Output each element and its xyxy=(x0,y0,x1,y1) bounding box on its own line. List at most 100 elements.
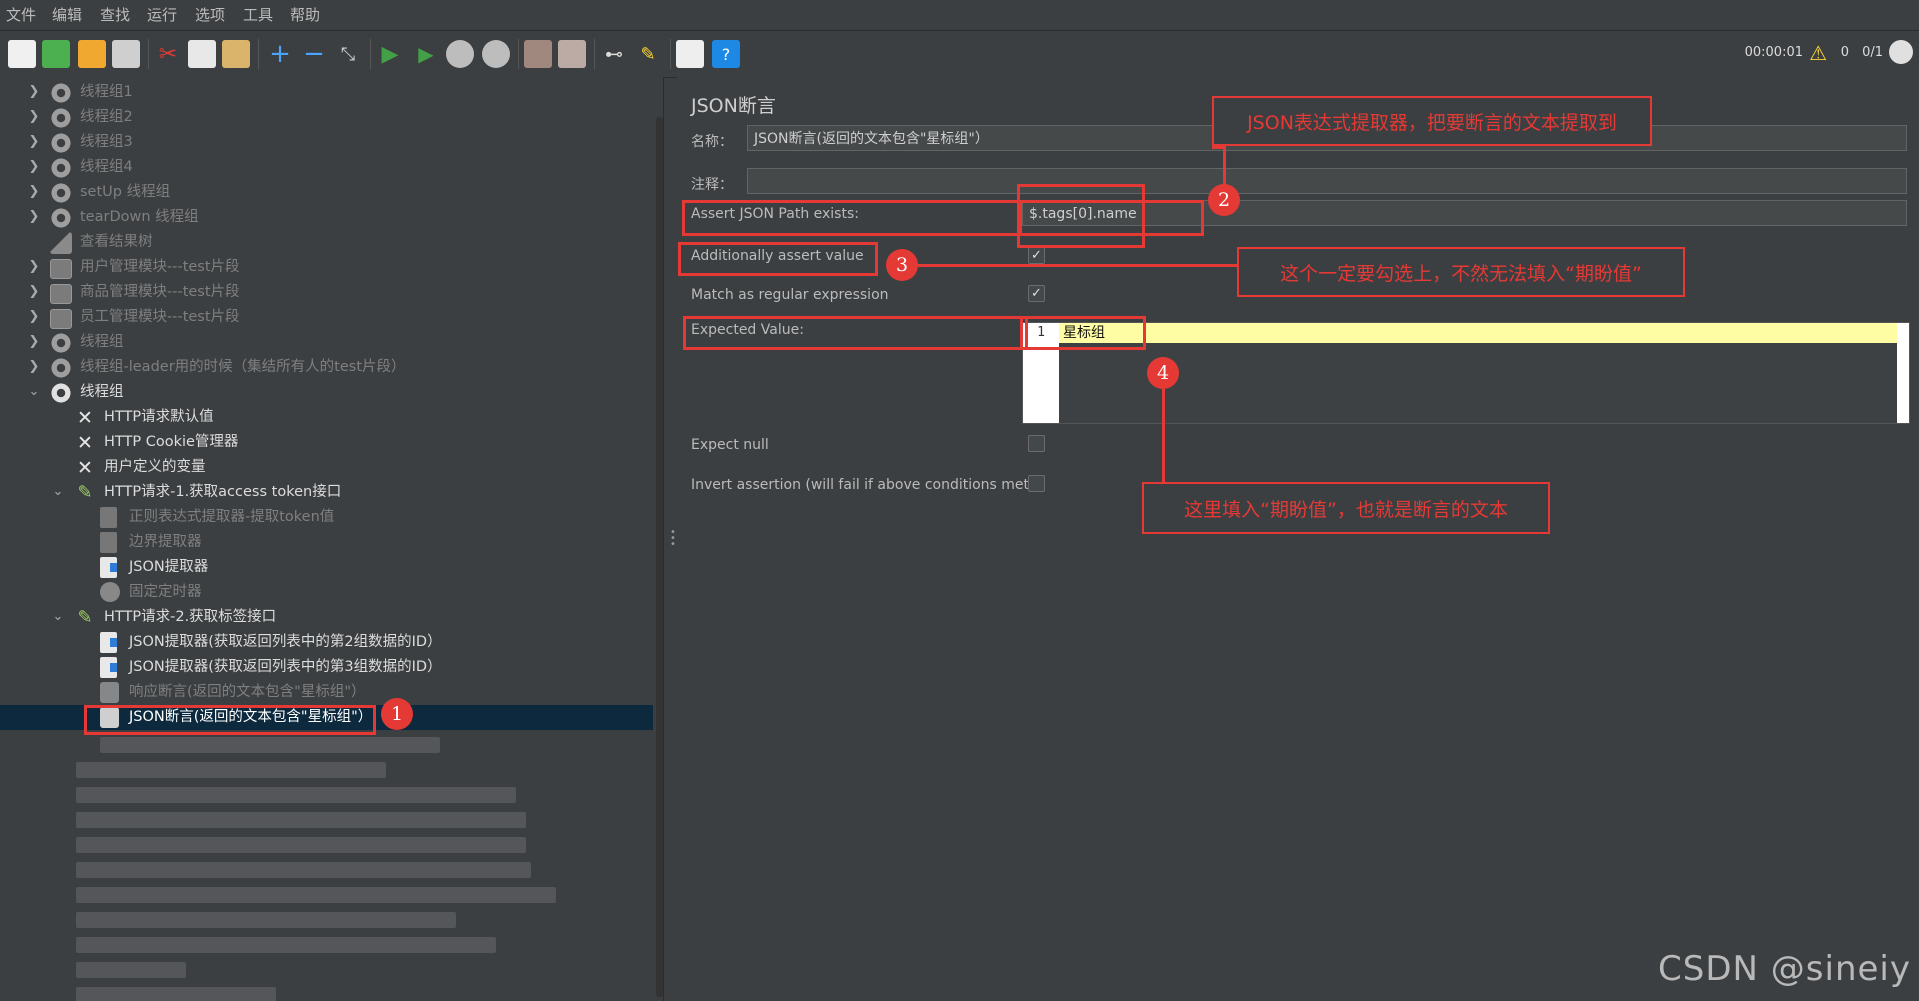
menu-run[interactable]: 运行 xyxy=(147,0,177,30)
tree-item[interactable]: ✕ HTTP Cookie管理器 xyxy=(0,430,653,455)
tree-item[interactable]: 查看结果树 xyxy=(0,230,653,255)
tree-item[interactable]: ❯ 线程组 xyxy=(0,330,653,355)
save-icon[interactable] xyxy=(112,40,140,68)
clear-all-icon[interactable] xyxy=(558,40,586,68)
chevron-right-icon[interactable]: ❯ xyxy=(26,132,42,152)
open-folder-icon[interactable] xyxy=(78,40,106,68)
tree-item[interactable]: JSON提取器(获取返回列表中的第2组数据的ID） xyxy=(0,630,653,655)
tree-item-label: 商品管理模块---test片段 xyxy=(80,284,240,300)
chevron-right-icon[interactable]: ❯ xyxy=(26,307,42,327)
chevron-right-icon[interactable]: ❯ xyxy=(26,182,42,202)
expect-null-label: Expect null xyxy=(691,437,769,453)
gear-icon xyxy=(50,207,72,229)
callout-4: 这里填入“期盼值”，也就是断言的文本 xyxy=(1142,482,1550,534)
chevron-right-icon[interactable]: ❯ xyxy=(26,107,42,127)
tree-item[interactable]: ❯ 商品管理模块---test片段 xyxy=(0,280,653,305)
expect-null-checkbox[interactable] xyxy=(1028,435,1045,452)
cut-icon[interactable]: ✂ xyxy=(154,40,182,68)
invert-assertion-label: Invert assertion (will fail if above con… xyxy=(691,477,1035,493)
function-helper-icon[interactable] xyxy=(676,40,704,68)
warning-icon[interactable]: ⚠ xyxy=(1809,41,1827,65)
gear-icon xyxy=(50,82,72,104)
chevron-right-icon[interactable]: ❯ xyxy=(26,207,42,227)
shutdown-icon[interactable] xyxy=(482,40,510,68)
connector-4 xyxy=(1162,389,1165,484)
gear-icon xyxy=(50,132,72,154)
tree-item-label: 线程组 xyxy=(80,334,124,350)
chevron-down-icon[interactable]: ⌄ xyxy=(50,607,66,627)
tree-item[interactable]: ✕ HTTP请求默认值 xyxy=(0,405,653,430)
warning-count: 0 xyxy=(1840,45,1849,60)
expand-icon[interactable]: + xyxy=(266,39,294,69)
menu-bar: 文件 编辑 查找 运行 选项 工具 帮助 xyxy=(0,0,1919,31)
chevron-down-icon[interactable]: ⌄ xyxy=(50,482,66,502)
fragment-icon xyxy=(50,259,72,279)
templates-icon[interactable] xyxy=(42,40,70,68)
menu-tools[interactable]: 工具 xyxy=(243,0,273,30)
tree-item-label: 边界提取器 xyxy=(129,534,202,550)
collapse-icon[interactable]: − xyxy=(300,39,328,69)
chevron-right-icon[interactable]: ❯ xyxy=(26,282,42,302)
additionally-assert-checkbox[interactable]: ✓ xyxy=(1028,247,1045,264)
menu-edit[interactable]: 编辑 xyxy=(52,0,82,30)
tree-item[interactable]: 边界提取器 xyxy=(0,530,653,555)
tree-scrollbar[interactable] xyxy=(656,117,663,997)
highlight-assert-path-label xyxy=(682,200,1022,236)
chevron-down-icon[interactable]: ⌄ xyxy=(26,382,42,402)
tree-item[interactable]: ❯ 线程组-leader用的时候（集结所有人的test片段） xyxy=(0,355,653,380)
chevron-right-icon[interactable]: ❯ xyxy=(26,357,42,377)
tree-item-label: 线程组1 xyxy=(80,84,133,100)
splitter-handle[interactable]: • • • xyxy=(670,528,676,550)
tree-item-label: 员工管理模块---test片段 xyxy=(80,309,240,325)
search-binoculars-icon[interactable]: ⊷ xyxy=(600,40,628,68)
tree-item-label: HTTP请求-2.获取标签接口 xyxy=(104,609,277,625)
new-file-icon[interactable] xyxy=(8,40,36,68)
tree-item[interactable]: ⌄ 线程组 xyxy=(0,380,653,405)
tree-item[interactable]: ❯ 用户管理模块---test片段 xyxy=(0,255,653,280)
start-icon[interactable]: ▶ xyxy=(376,40,404,68)
gear-icon xyxy=(50,107,72,129)
tree-item[interactable]: ❯ 线程组1 xyxy=(0,80,653,105)
tree-item[interactable]: ❯ setUp 线程组 xyxy=(0,180,653,205)
current-line-highlight: 星标组 xyxy=(1059,323,1909,343)
menu-help[interactable]: 帮助 xyxy=(290,0,320,30)
copy-icon[interactable] xyxy=(188,40,216,68)
tree-item[interactable]: ❯ 线程组3 xyxy=(0,130,653,155)
chevron-right-icon[interactable]: ❯ xyxy=(26,332,42,352)
menu-search[interactable]: 查找 xyxy=(100,0,130,30)
tree-item[interactable]: ❯ tearDown 线程组 xyxy=(0,205,653,230)
tree-item-label: 固定定时器 xyxy=(129,584,202,600)
tree-item-label: 用户定义的变量 xyxy=(104,459,206,475)
tree-item[interactable]: 正则表达式提取器-提取token值 xyxy=(0,505,653,530)
tree-item[interactable]: ❯ 线程组2 xyxy=(0,105,653,130)
invert-assertion-checkbox[interactable] xyxy=(1028,475,1045,492)
tree-item[interactable]: ⌄ ✎ HTTP请求-1.获取access token接口 xyxy=(0,480,653,505)
tree-item[interactable]: ⌄ ✎ HTTP请求-2.获取标签接口 xyxy=(0,605,653,630)
chevron-right-icon[interactable]: ❯ xyxy=(26,257,42,277)
paste-icon[interactable] xyxy=(222,40,250,68)
stop-icon[interactable] xyxy=(446,40,474,68)
menu-file[interactable]: 文件 xyxy=(6,0,36,30)
comment-field[interactable] xyxy=(747,168,1907,194)
tree-item[interactable]: ✕ 用户定义的变量 xyxy=(0,455,653,480)
tree-item[interactable]: ❯ 线程组4 xyxy=(0,155,653,180)
toggle-icon[interactable]: ⤡ xyxy=(334,40,362,68)
tree-item-label: HTTP请求-1.获取access token接口 xyxy=(104,484,342,500)
clear-icon[interactable] xyxy=(524,40,552,68)
regex-checkbox[interactable]: ✓ xyxy=(1028,285,1045,302)
tree-item[interactable]: 固定定时器 xyxy=(0,580,653,605)
menu-options[interactable]: 选项 xyxy=(195,0,225,30)
help-icon[interactable]: ? xyxy=(712,40,740,68)
start-no-pause-icon[interactable]: ▶ xyxy=(412,40,440,68)
tree-item[interactable]: ❯ 员工管理模块---test片段 xyxy=(0,305,653,330)
tree-item[interactable]: JSON提取器 xyxy=(0,555,653,580)
tree-item[interactable]: 响应断言(返回的文本包含"星标组"） xyxy=(0,680,653,705)
badge-2: 2 xyxy=(1208,184,1240,216)
tree-item[interactable]: JSON提取器(获取返回列表中的第3组数据的ID） xyxy=(0,655,653,680)
remote-threads-icon[interactable] xyxy=(1889,40,1913,64)
obscured-item xyxy=(76,987,276,1001)
chevron-right-icon[interactable]: ❯ xyxy=(26,82,42,102)
reset-search-icon[interactable]: ✎ xyxy=(634,40,662,68)
gear-icon xyxy=(50,357,72,379)
chevron-right-icon[interactable]: ❯ xyxy=(26,157,42,177)
